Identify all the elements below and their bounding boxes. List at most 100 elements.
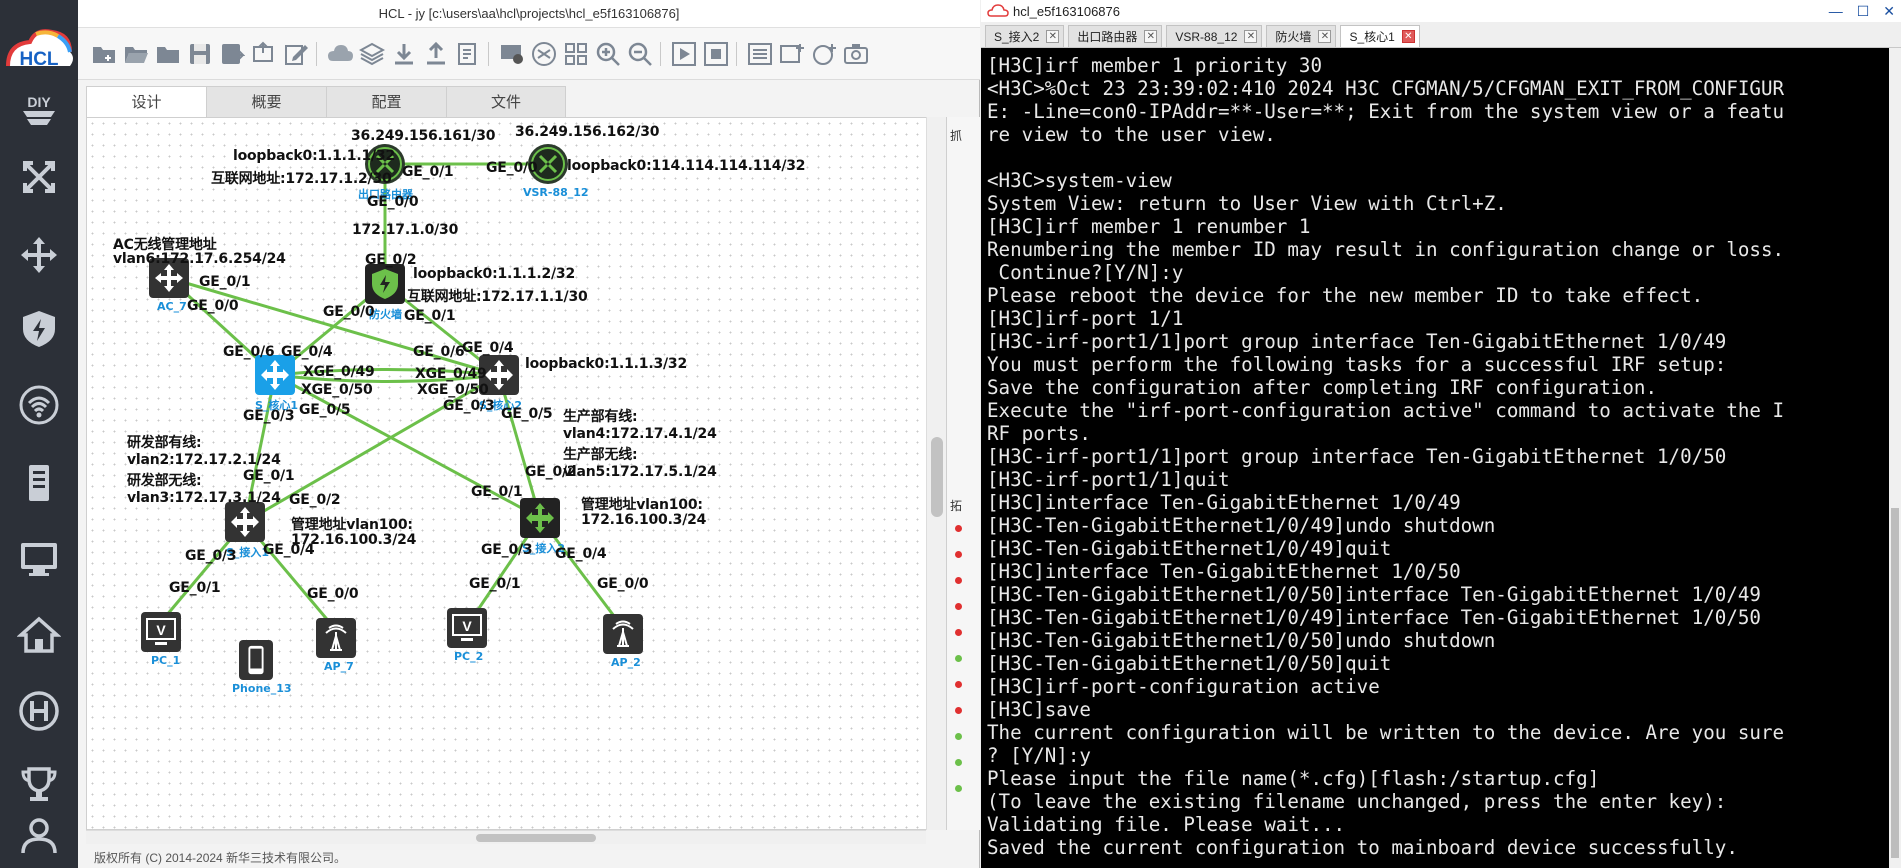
scroll-thumb[interactable] bbox=[476, 834, 596, 842]
grid-button[interactable] bbox=[562, 40, 590, 68]
tab-overview[interactable]: 概要 bbox=[206, 86, 326, 118]
left-sidebar: HCL DIY bbox=[0, 0, 78, 868]
scroll-thumb[interactable] bbox=[1891, 508, 1899, 858]
terminal-output[interactable]: [H3C]irf member 1 priority 30 <H3C>%Oct 2… bbox=[987, 54, 1882, 868]
sidebar-item-topology-tools[interactable] bbox=[14, 152, 64, 202]
link-label: 172.17.1.0/30 bbox=[352, 222, 459, 238]
phone-device[interactable] bbox=[239, 640, 273, 680]
terminal-tab[interactable]: VSR-88_12 ✕ bbox=[1166, 25, 1263, 47]
topology-links bbox=[159, 162, 625, 631]
sidebar-item-terminal[interactable] bbox=[14, 534, 64, 584]
device-list-button[interactable] bbox=[746, 40, 774, 68]
port-label: GE_0/2 bbox=[365, 252, 417, 268]
terminal-tab[interactable]: 出口路由器 ✕ bbox=[1068, 25, 1163, 47]
sidebar-item-diy[interactable]: DIY bbox=[14, 84, 64, 134]
canvas-vertical-scrollbar[interactable] bbox=[926, 117, 946, 830]
terminal-tab-active[interactable]: S_核心1 ✕ bbox=[1340, 25, 1420, 47]
port-label: GE_0/0 bbox=[323, 304, 375, 320]
sidebar-item-move[interactable] bbox=[14, 230, 64, 280]
ap7-device[interactable] bbox=[316, 618, 356, 658]
cloud-icon bbox=[328, 45, 353, 61]
terminal-tab-label: S_核心1 bbox=[1349, 30, 1395, 44]
open-folder-button[interactable] bbox=[154, 40, 182, 68]
edit-button[interactable] bbox=[282, 40, 310, 68]
close-tab-icon[interactable]: ✕ bbox=[1318, 30, 1332, 43]
home-icon bbox=[17, 616, 61, 653]
zoom-out-button[interactable] bbox=[626, 40, 654, 68]
capture-button[interactable] bbox=[842, 40, 870, 68]
import-button[interactable] bbox=[390, 40, 418, 68]
sidebar-item-user[interactable] bbox=[14, 810, 64, 860]
status-dot-red bbox=[955, 577, 962, 584]
access2-device[interactable] bbox=[520, 498, 560, 538]
sidebar-item-wireless[interactable] bbox=[14, 380, 64, 430]
pc2-device[interactable]: V bbox=[447, 608, 487, 648]
terminal-line: Saved the current configuration to mainb… bbox=[987, 836, 1738, 859]
close-icon[interactable]: ✕ bbox=[1883, 3, 1895, 20]
firewall-device[interactable] bbox=[365, 264, 405, 304]
terminal-tab[interactable]: S_接入2 ✕ bbox=[985, 25, 1065, 47]
maximize-icon[interactable]: ☐ bbox=[1857, 3, 1870, 20]
ap2-device[interactable] bbox=[603, 614, 643, 654]
arrows-cross-icon bbox=[23, 161, 55, 193]
report-button[interactable] bbox=[454, 40, 482, 68]
toolbar-separator bbox=[660, 42, 661, 66]
stop-all-button[interactable] bbox=[702, 40, 730, 68]
terminal-line: [H3C-irf-port1/1]port group interface Te… bbox=[987, 330, 1727, 353]
add-circle-icon bbox=[813, 44, 836, 65]
link-label: 互联网地址:172.17.1.1/30 bbox=[407, 289, 588, 305]
save-as-button[interactable] bbox=[218, 40, 246, 68]
save-button[interactable] bbox=[186, 40, 214, 68]
sidebar-item-achievement[interactable] bbox=[14, 760, 64, 810]
scroll-thumb[interactable] bbox=[931, 437, 943, 517]
link-label: vlan2:172.17.2.1/24 bbox=[127, 452, 281, 468]
port-label: GE_0/1 bbox=[402, 164, 454, 180]
port-label: GE_0/1 bbox=[169, 580, 221, 596]
tab-files[interactable]: 文件 bbox=[446, 86, 566, 118]
topology-canvas[interactable]: 出口路由器 VSR-88_12 防火墙 AC_7 S_核心1 S_核心2 S_接… bbox=[86, 117, 946, 830]
pc1-label: PC_1 bbox=[151, 654, 181, 667]
link-label: 互联网地址:172.17.1.2/30 bbox=[211, 171, 392, 187]
port-label: GE_0/4 bbox=[263, 542, 315, 558]
terminal-tab[interactable]: 防火墙 ✕ bbox=[1266, 25, 1337, 47]
sidebar-item-h3c[interactable] bbox=[14, 686, 64, 736]
close-tab-icon[interactable]: ✕ bbox=[1144, 30, 1158, 43]
add-link-button[interactable] bbox=[810, 40, 838, 68]
core1-device[interactable] bbox=[255, 355, 295, 395]
layers-button[interactable] bbox=[358, 40, 386, 68]
terminal-scrollbar[interactable] bbox=[1889, 48, 1901, 868]
add-device-button[interactable] bbox=[778, 40, 806, 68]
terminal-tab-label: 防火墙 bbox=[1275, 30, 1312, 44]
close-tab-icon[interactable]: ✕ bbox=[1046, 30, 1060, 43]
panel-header-topology[interactable]: 拓 bbox=[950, 497, 962, 514]
export-button[interactable] bbox=[250, 40, 278, 68]
sidebar-item-security[interactable] bbox=[14, 304, 64, 354]
access1-device[interactable] bbox=[225, 502, 265, 542]
pc1-device[interactable]: V bbox=[141, 612, 181, 652]
sidebar-item-home[interactable] bbox=[14, 610, 64, 660]
cloud-button[interactable] bbox=[326, 40, 354, 68]
hcl-cloud-icon bbox=[987, 4, 1009, 17]
zoom-in-button[interactable] bbox=[594, 40, 622, 68]
minimize-icon[interactable]: — bbox=[1829, 3, 1843, 19]
tab-design[interactable]: 设计 bbox=[86, 86, 206, 118]
tab-config[interactable]: 配置 bbox=[326, 86, 446, 118]
open-folder-icon bbox=[125, 47, 148, 63]
hcl-main-window: HCL - jy [c:\users\aa\hcl\projects\hcl_e… bbox=[78, 0, 980, 868]
close-tab-icon[interactable]: ✕ bbox=[1244, 30, 1258, 43]
monitor-capture-icon bbox=[501, 45, 523, 64]
upload-button[interactable] bbox=[422, 40, 450, 68]
canvas-horizontal-scrollbar[interactable] bbox=[86, 830, 926, 844]
status-dot-red bbox=[955, 525, 962, 532]
terminal-window: hcl_e5f163106876 — ☐ ✕ S_接入2 ✕ 出口路由器 ✕ VSR… bbox=[981, 0, 1901, 868]
start-all-button[interactable] bbox=[670, 40, 698, 68]
new-project-button[interactable] bbox=[90, 40, 118, 68]
open-project-button[interactable] bbox=[122, 40, 150, 68]
sidebar-item-server[interactable] bbox=[14, 458, 64, 508]
screenshot-button[interactable] bbox=[498, 40, 526, 68]
topology-button[interactable] bbox=[530, 40, 558, 68]
terminal-line: Renumbering the member ID may result in … bbox=[987, 238, 1785, 261]
terminal-line: Execute the "irf-port-configuration acti… bbox=[987, 399, 1785, 422]
close-tab-icon[interactable]: ✕ bbox=[1401, 30, 1415, 43]
panel-header-capture[interactable]: 抓 bbox=[950, 127, 962, 144]
